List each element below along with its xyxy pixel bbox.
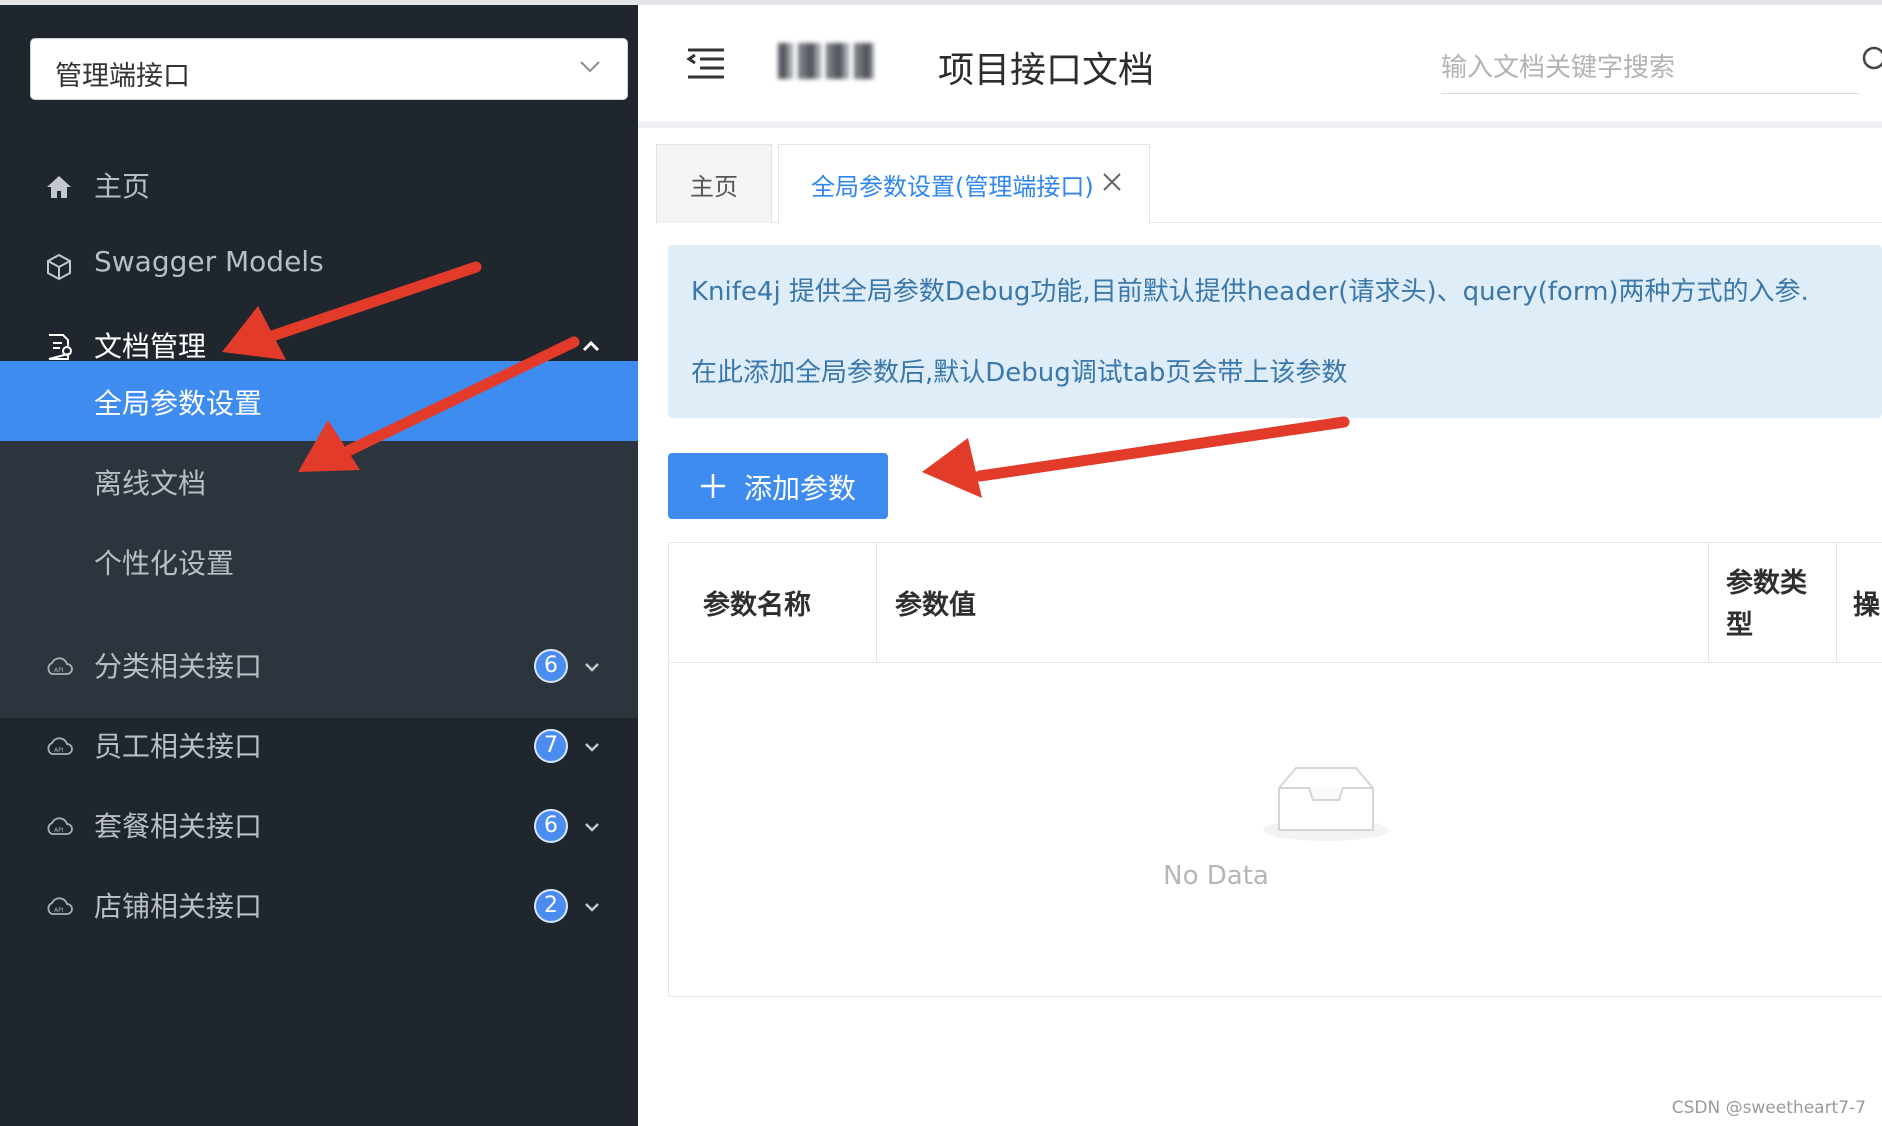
tab-home[interactable]: 主页 (656, 144, 772, 223)
params-table: 参数名称 参数值 参数类型 操 No Data (668, 542, 1882, 997)
chevron-down-icon (585, 743, 599, 752)
add-parameter-label: 添加参数 (744, 473, 857, 504)
svg-text:API: API (54, 827, 64, 834)
svg-text:API: API (54, 907, 64, 914)
sidebar-item-label: 文档管理 (94, 330, 207, 363)
sidebar-item-label: 店铺相关接口 (94, 890, 263, 923)
sidebar-subitem-global-params[interactable]: 全局参数设置 (0, 361, 638, 441)
api-cloud-icon: API (47, 737, 73, 755)
page-title: 项目接口文档 (938, 50, 1155, 91)
tab-label: 主页 (690, 173, 738, 201)
chevron-down-icon (585, 823, 599, 832)
chevron-up-icon[interactable] (580, 338, 602, 354)
column-header-label: 参数值 (895, 590, 976, 621)
sidebar-subitem-offline-docs[interactable]: 离线文档 (0, 441, 638, 521)
column-header-value: 参数值 (877, 543, 1709, 662)
sidebar-item-label: 主页 (94, 170, 151, 203)
search-input[interactable] (1441, 43, 1859, 94)
tab-bar: 主页 全局参数设置(管理端接口) (656, 138, 1882, 224)
table-header: 参数名称 参数值 参数类型 操 (669, 543, 1882, 663)
home-icon (47, 176, 71, 198)
document-gear-icon (48, 334, 72, 360)
empty-state-text: No Data (1163, 861, 1269, 891)
cube-icon (47, 253, 71, 281)
close-icon[interactable] (1101, 171, 1123, 193)
column-header-name: 参数名称 (669, 543, 877, 662)
group-select-value: 管理端接口 (55, 61, 190, 92)
chevron-down-icon (585, 663, 599, 672)
api-cloud-icon: API (47, 817, 73, 835)
sidebar: 管理端接口 主页 Swagger Models 文档管理 全局参数设置 离线文档… (0, 5, 638, 1126)
sidebar-subitem-label: 全局参数设置 (94, 387, 263, 420)
column-header-label: 参数类型 (1726, 568, 1807, 641)
search-icon[interactable] (1860, 45, 1882, 75)
info-line-1: Knife4j 提供全局参数Debug功能,目前默认提供header(请求头)、… (691, 277, 1809, 307)
api-cloud-icon: API (47, 657, 73, 675)
svg-text:API: API (54, 667, 64, 674)
column-header-type: 参数类型 (1709, 543, 1837, 662)
count-badge: 7 (534, 729, 568, 763)
sidebar-item-label: 套餐相关接口 (94, 810, 263, 843)
chevron-down-icon (585, 903, 599, 912)
count-badge: 6 (534, 649, 568, 683)
sidebar-item-label: 分类相关接口 (94, 650, 263, 683)
sidebar-item-shop-api[interactable]: API 店铺相关接口 2 (0, 858, 638, 954)
main-content: 项目接口文档 主页 全局参数设置(管理端接口) Knife4j 提供全局参数De… (638, 5, 1882, 1126)
empty-inbox-icon (1263, 767, 1389, 841)
redacted-logo (778, 43, 874, 79)
sidebar-subitem-personalization[interactable]: 个性化设置 (0, 521, 638, 601)
header-divider (638, 121, 1882, 128)
svg-text:API: API (54, 747, 64, 754)
count-badge: 6 (534, 809, 568, 843)
sidebar-subitem-label: 离线文档 (94, 467, 207, 500)
column-header-label: 参数名称 (703, 590, 811, 621)
top-header: 项目接口文档 (638, 5, 1882, 121)
group-select[interactable]: 管理端接口 (30, 38, 628, 100)
info-line-2: 在此添加全局参数后,默认Debug调试tab页会带上该参数 (691, 358, 1348, 388)
info-alert: Knife4j 提供全局参数Debug功能,目前默认提供header(请求头)、… (668, 245, 1882, 418)
tab-global-params[interactable]: 全局参数设置(管理端接口) (778, 144, 1150, 224)
menu-fold-icon[interactable] (686, 45, 726, 81)
sidebar-item-label: Swagger Models (94, 245, 324, 278)
watermark: CSDN @sweetheart7-7 (1671, 1098, 1866, 1118)
sidebar-subitem-label: 个性化设置 (94, 547, 235, 580)
column-header-actions: 操 (1837, 543, 1882, 662)
chevron-down-icon (580, 61, 600, 73)
sidebar-item-label: 员工相关接口 (94, 730, 263, 763)
api-cloud-icon: API (47, 897, 73, 915)
column-header-label: 操 (1853, 590, 1880, 621)
plus-icon (701, 474, 725, 498)
count-badge: 2 (534, 889, 568, 923)
add-parameter-button[interactable]: 添加参数 (668, 453, 888, 519)
tab-label: 全局参数设置(管理端接口) (811, 173, 1094, 201)
